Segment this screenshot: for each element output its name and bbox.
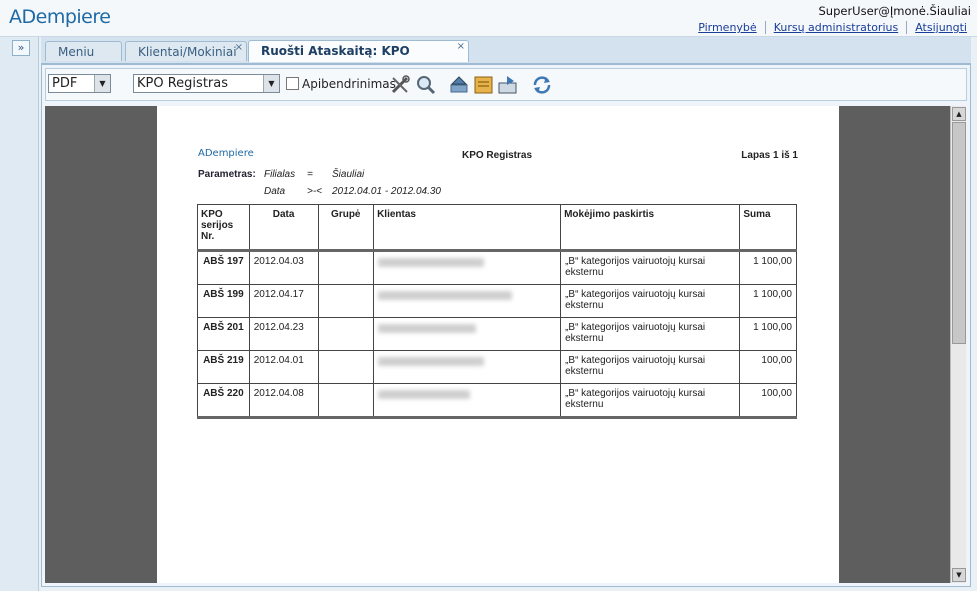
send-icon[interactable] (497, 75, 519, 95)
scroll-down-icon[interactable]: ▼ (952, 568, 966, 582)
cell-group (317, 383, 375, 418)
column-header: Data (248, 204, 319, 251)
cell-client (373, 250, 562, 285)
summary-label: Apibendrinimas (302, 77, 396, 91)
cell-purpose: „B“ kategorijos vairuotojų kursai ekster… (560, 284, 741, 318)
column-header: Grupė (317, 204, 375, 251)
tab-menu[interactable]: Meniu (9) (45, 41, 122, 79)
summary-checkbox[interactable] (286, 77, 299, 90)
cell-sum: 100,00 (739, 350, 797, 384)
param-value: Šiauliai (332, 169, 365, 180)
redacted-client (378, 258, 485, 267)
report-page: ADempiere KPO Registras Lapas 1 iš 1 Par… (157, 106, 839, 583)
table-row: ABŠ 219 2012.04.01 „B“ kategorijos vairu… (197, 350, 797, 384)
redacted-client (378, 324, 477, 333)
tab-label: Klientai/Mokiniai (138, 45, 237, 59)
param-name: Data (264, 186, 286, 197)
report-logo: ADempiere (198, 148, 254, 159)
redacted-client (378, 390, 471, 399)
vertical-scrollbar[interactable]: ▲ ▼ (950, 106, 966, 583)
cell-nr: ABŠ 201 (197, 317, 250, 351)
cell-purpose: „B“ kategorijos vairuotojų kursai ekster… (560, 383, 741, 418)
cell-group (317, 250, 375, 285)
logout-link[interactable]: Atsijungti (907, 21, 967, 34)
tab-bar: Meniu (9) Klientai/Mokiniai × Ruošti Ata… (41, 37, 971, 79)
cell-nr: ABŠ 199 (197, 284, 250, 318)
close-tab-icon[interactable]: × (457, 37, 465, 57)
cell-group (317, 317, 375, 351)
page-indicator: Lapas 1 iš 1 (741, 150, 798, 161)
table-row: ABŠ 220 2012.04.08 „B“ kategorijos vairu… (197, 383, 797, 418)
customize-icon[interactable] (390, 75, 412, 95)
cell-purpose: „B“ kategorijos vairuotojų kursai ekster… (560, 250, 741, 285)
close-tab-icon[interactable]: × (235, 38, 243, 58)
app-logo: ADempiere (9, 6, 111, 28)
column-header: Suma (739, 204, 797, 251)
report-value: KPO Registras (137, 76, 228, 91)
expand-sidebar-button[interactable]: » (12, 40, 30, 56)
table-row: ABŠ 201 2012.04.23 „B“ kategorijos vairu… (197, 317, 797, 351)
column-header: Mokėjimo paskirtis (560, 204, 741, 251)
left-sidebar: » (0, 37, 39, 591)
cell-group (317, 284, 375, 318)
cell-purpose: „B“ kategorijos vairuotojų kursai ekster… (560, 317, 741, 351)
cell-date: 2012.04.17 (248, 284, 319, 318)
cell-nr: ABŠ 219 (197, 350, 250, 384)
param-name: Filialas (264, 169, 296, 180)
find-icon[interactable] (415, 75, 437, 95)
cell-date: 2012.04.01 (248, 350, 319, 384)
param-operator: >-< (307, 186, 323, 197)
app-header: ADempiere SuperUser@Įmonė.Šiauliai Pirme… (0, 0, 977, 37)
cell-sum: 100,00 (739, 383, 797, 418)
preferences-link[interactable]: Pirmenybė (690, 21, 766, 34)
tab-clients[interactable]: Klientai/Mokiniai × (125, 41, 247, 61)
cell-group (317, 350, 375, 384)
report-table: KPO serijos Nr. Data Grupė Klientas Mokė… (197, 204, 797, 419)
report-toolbar: PDF ▼ KPO Registras ▼ Apibendrinimas (45, 68, 967, 101)
tab-report[interactable]: Ruošti Ataskaitą: KPO Regis... × (248, 37, 469, 78)
table-row: ABŠ 199 2012.04.17 „B“ kategorijos vairu… (197, 284, 797, 318)
column-header: KPO serijos Nr. (197, 204, 250, 251)
role-link[interactable]: Kursų administratorius (765, 21, 908, 34)
cell-nr: ABŠ 197 (197, 250, 250, 285)
chevron-down-icon: ▼ (263, 75, 279, 92)
scroll-thumb[interactable] (952, 122, 966, 344)
cell-date: 2012.04.23 (248, 317, 319, 351)
redacted-client (378, 291, 513, 300)
pdf-viewer[interactable]: ADempiere KPO Registras Lapas 1 iš 1 Par… (45, 106, 966, 583)
param-value: 2012.04.01 - 2012.04.30 (332, 186, 441, 197)
cell-sum: 1 100,00 (739, 250, 797, 285)
cell-client (373, 284, 562, 318)
table-row: ABŠ 197 2012.04.03 „B“ kategorijos vairu… (197, 250, 797, 285)
cell-client (373, 317, 562, 351)
report-title: KPO Registras (461, 150, 533, 161)
report-select[interactable]: KPO Registras ▼ (133, 74, 280, 93)
format-select[interactable]: PDF ▼ (48, 74, 111, 93)
cell-date: 2012.04.08 (248, 383, 319, 418)
export-icon[interactable] (448, 75, 470, 95)
redacted-client (378, 357, 485, 366)
current-user: SuperUser@Įmonė.Šiauliai (818, 4, 971, 18)
param-operator: = (307, 169, 313, 180)
cell-nr: ABŠ 220 (197, 383, 250, 418)
chevron-down-icon: ▼ (94, 75, 110, 92)
cell-sum: 1 100,00 (739, 284, 797, 318)
cell-purpose: „B“ kategorijos vairuotojų kursai ekster… (560, 350, 741, 384)
column-header: Klientas (373, 204, 562, 251)
refresh-icon[interactable] (531, 75, 553, 95)
archive-icon[interactable] (473, 75, 495, 95)
report-panel: PDF ▼ KPO Registras ▼ Apibendrinimas ADe… (41, 64, 971, 587)
header-links: Pirmenybė Kursų administratorius Atsijungt… (690, 21, 967, 34)
scroll-up-icon[interactable]: ▲ (952, 107, 966, 121)
cell-date: 2012.04.03 (248, 250, 319, 285)
table-header-row: KPO serijos Nr. Data Grupė Klientas Mokė… (197, 204, 797, 251)
cell-sum: 1 100,00 (739, 317, 797, 351)
cell-client (373, 350, 562, 384)
params-label: Parametras: (198, 169, 256, 180)
cell-client (373, 383, 562, 418)
format-value: PDF (52, 76, 78, 91)
